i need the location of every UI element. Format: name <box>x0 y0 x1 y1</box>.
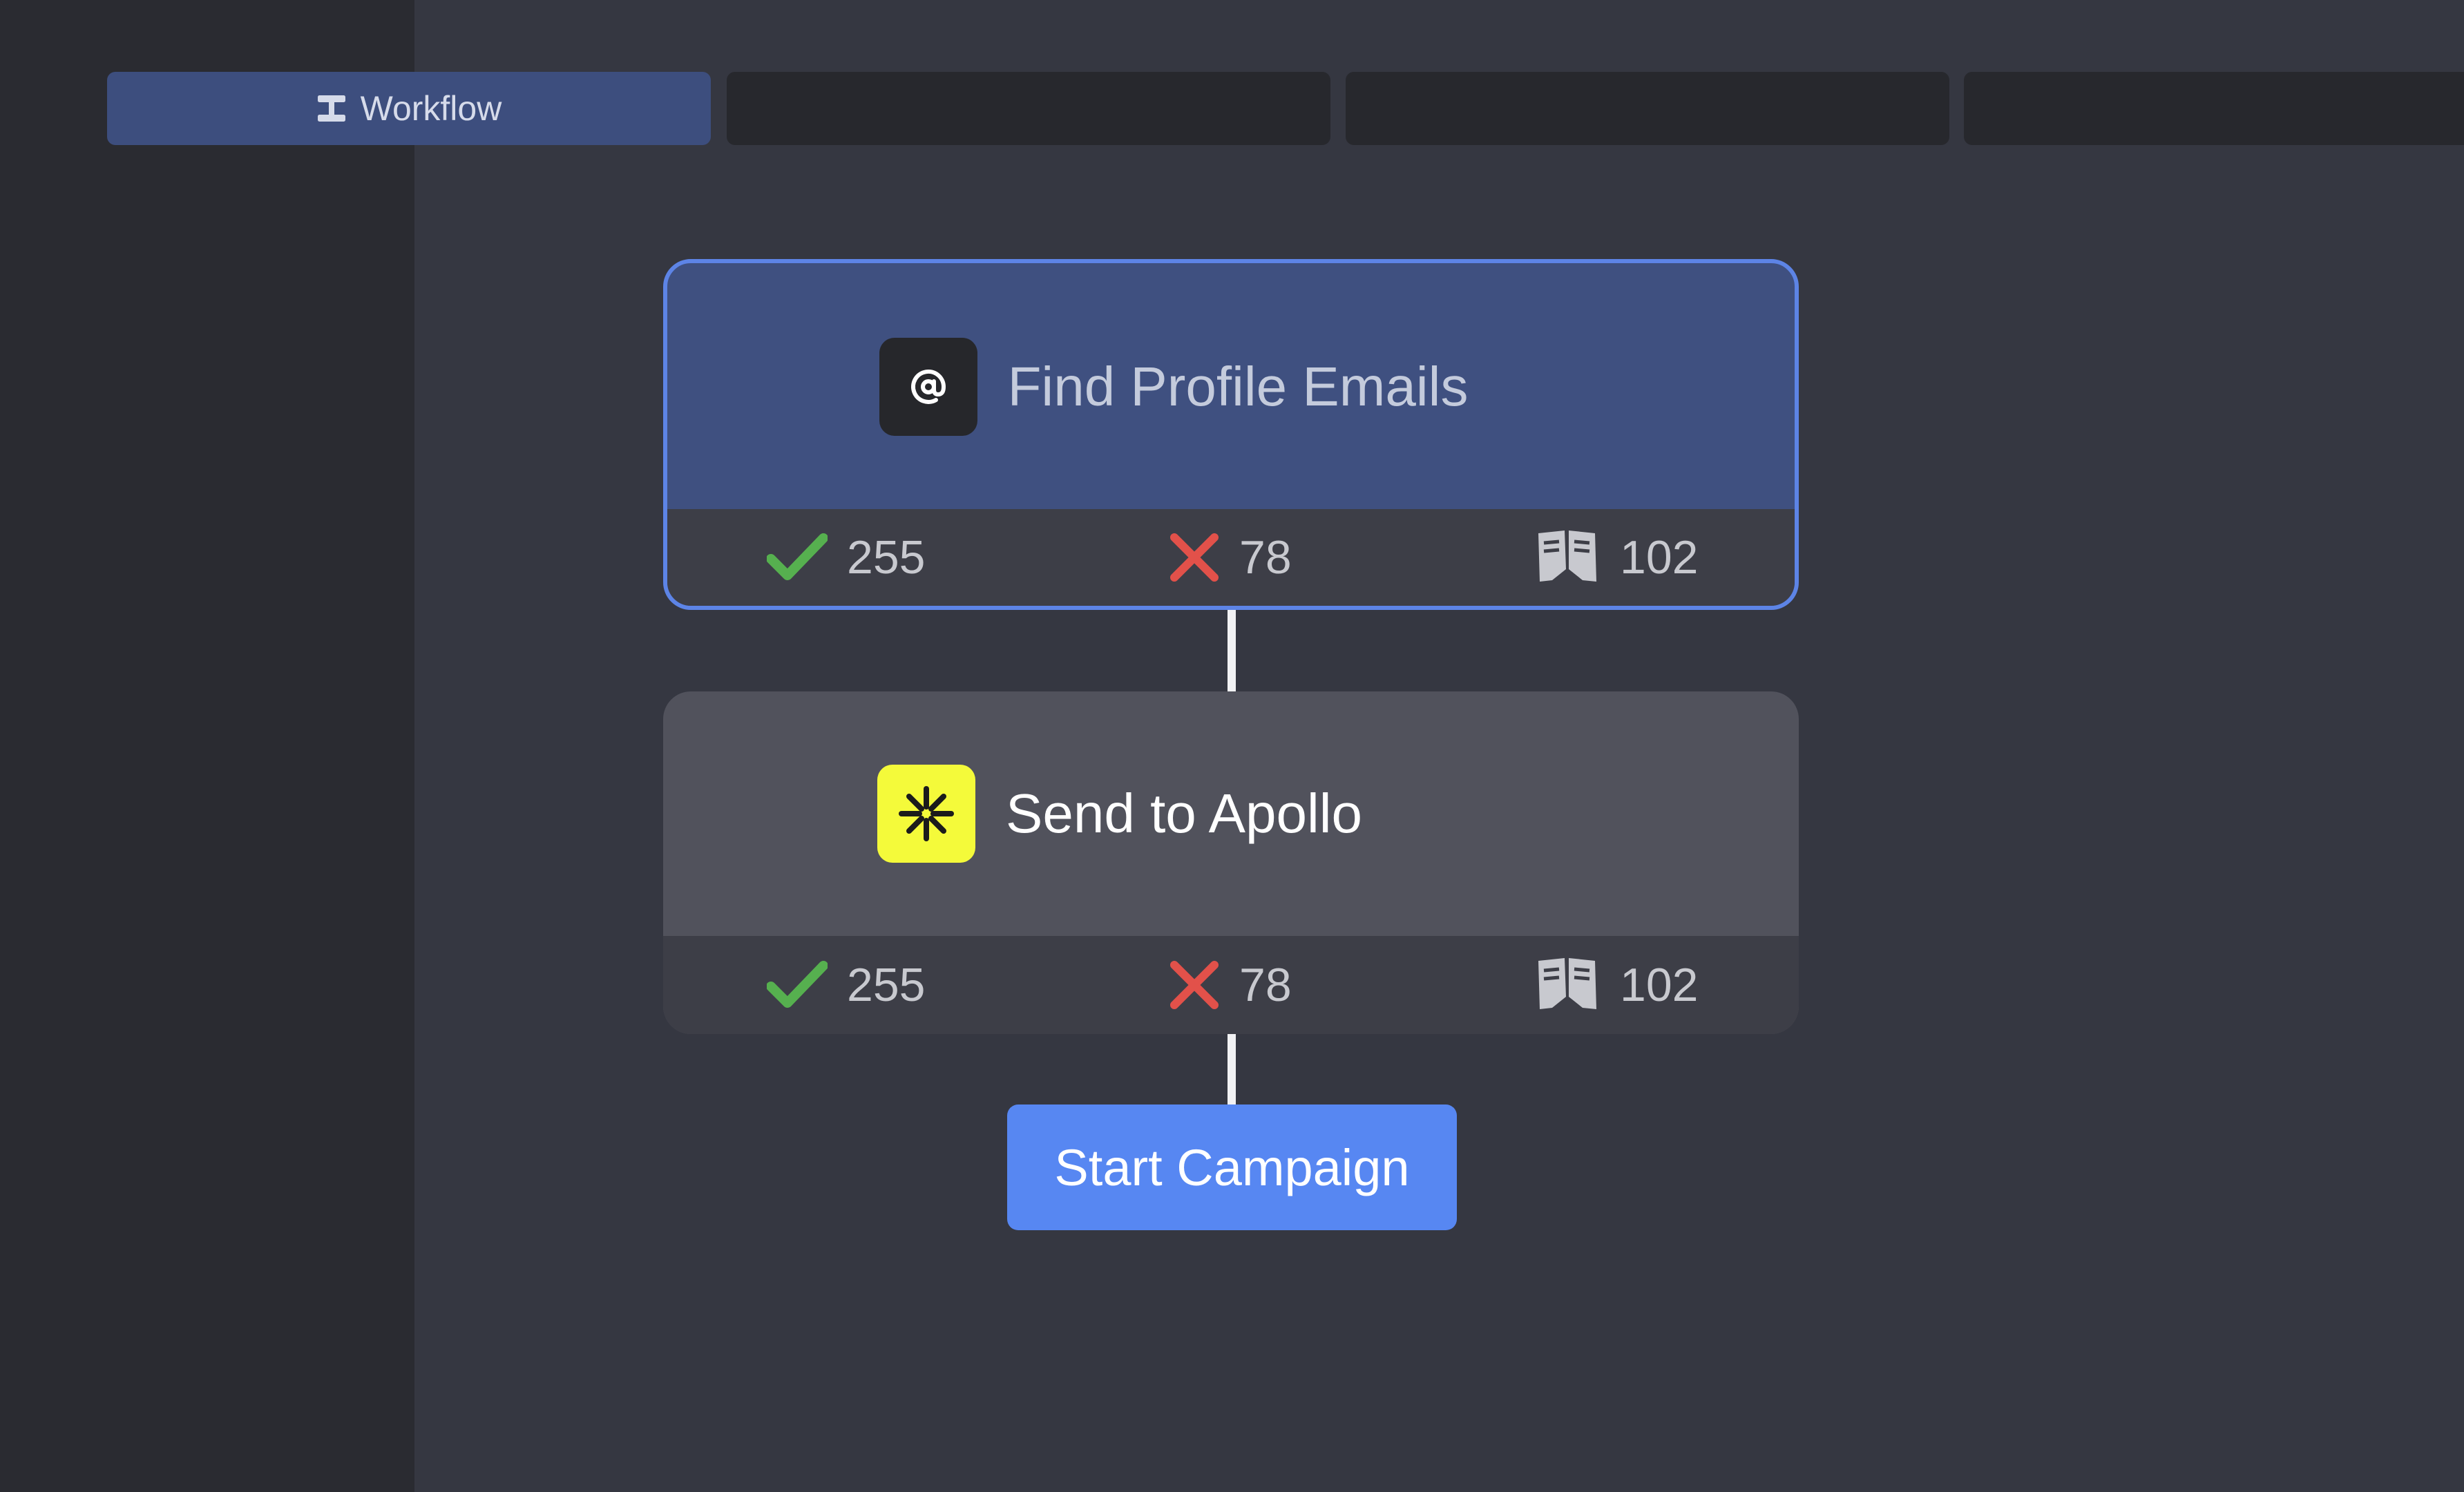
node-title: Send to Apollo <box>1006 783 1362 844</box>
stat-success: 255 <box>767 936 925 1034</box>
stat-success: 255 <box>767 509 925 606</box>
stat-skipped-value: 102 <box>1620 531 1699 584</box>
workflow-node-find-profile-emails[interactable]: Find Profile Emails 255 78 102 <box>663 259 1799 610</box>
node-header: Find Profile Emails <box>667 263 1795 510</box>
tab-4[interactable] <box>1964 72 2464 145</box>
skipped-pages-icon <box>1534 529 1601 586</box>
stat-success-value: 255 <box>847 531 926 584</box>
stat-failed-value: 78 <box>1239 959 1292 1011</box>
stat-failed: 78 <box>1169 509 1292 606</box>
node-stats: 255 78 102 <box>667 509 1795 606</box>
tab-3[interactable] <box>1346 72 1949 145</box>
tab-2[interactable] <box>727 72 1330 145</box>
workflow-connector <box>1228 1034 1236 1104</box>
x-icon <box>1169 532 1220 583</box>
stat-skipped-value: 102 <box>1620 959 1699 1011</box>
workflow-icon <box>316 93 347 124</box>
start-campaign-button[interactable]: Start Campaign <box>1007 1104 1457 1230</box>
sidebar <box>0 0 414 1492</box>
apollo-logo-icon <box>877 765 975 863</box>
stat-skipped: 102 <box>1534 936 1698 1034</box>
workflow-node-send-to-apollo[interactable]: Send to Apollo 255 78 102 <box>663 691 1799 1034</box>
node-header: Send to Apollo <box>663 691 1799 936</box>
at-sign-icon <box>879 338 977 436</box>
stat-skipped: 102 <box>1534 509 1698 606</box>
node-stats: 255 78 102 <box>663 936 1799 1034</box>
stat-failed-value: 78 <box>1239 531 1292 584</box>
stat-success-value: 255 <box>847 959 926 1011</box>
node-title: Find Profile Emails <box>1007 356 1469 417</box>
x-icon <box>1169 959 1220 1011</box>
workflow-connector <box>1228 610 1236 691</box>
skipped-pages-icon <box>1534 957 1601 1013</box>
check-icon <box>767 960 828 1010</box>
stat-failed: 78 <box>1169 936 1292 1034</box>
tab-workflow[interactable]: Workflow <box>107 72 711 145</box>
check-icon <box>767 533 828 582</box>
tab-label: Workflow <box>360 89 502 128</box>
